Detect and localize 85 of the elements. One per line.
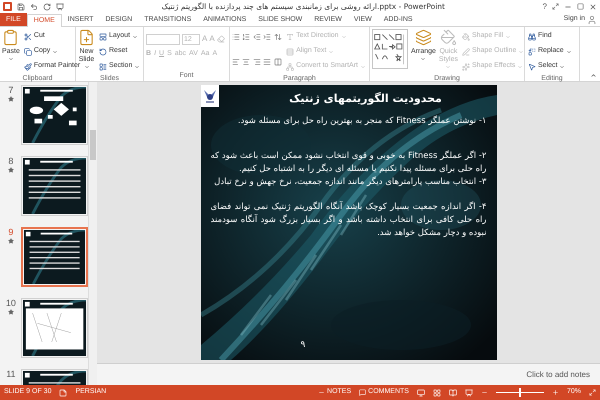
caret-icon bbox=[505, 34, 512, 40]
caret-icon bbox=[566, 48, 572, 54]
cut-icon bbox=[24, 32, 32, 40]
format-painter-icon bbox=[24, 62, 32, 70]
comment-icon bbox=[359, 389, 366, 396]
undo-icon[interactable] bbox=[30, 2, 38, 10]
redo-icon[interactable] bbox=[43, 2, 51, 10]
select-icon bbox=[528, 62, 536, 70]
slide-paragraph: ۱- نوشتن عملگر Fitness که منجر به بهترین راه حل برای مسئله شود. bbox=[236, 115, 486, 128]
columns-icon[interactable] bbox=[274, 58, 282, 66]
slideshow-view-icon[interactable] bbox=[464, 388, 473, 396]
indent-decrease-icon[interactable] bbox=[252, 33, 261, 41]
slide-thumbnail[interactable] bbox=[20, 85, 88, 145]
arrange-icon bbox=[414, 29, 432, 46]
align-text-icon bbox=[286, 48, 294, 56]
emblem-icon bbox=[200, 85, 218, 107]
shape-effects-icon bbox=[462, 62, 470, 70]
slide-thumbnail[interactable] bbox=[20, 156, 88, 216]
align-left-icon[interactable] bbox=[232, 58, 240, 66]
slide-title: محدودیت الگوریتمهای ژنتیک bbox=[288, 91, 443, 107]
find-icon bbox=[528, 32, 536, 40]
zoom-in-icon[interactable] bbox=[552, 389, 559, 396]
page-number: ۹ bbox=[300, 338, 306, 352]
caret-icon bbox=[420, 56, 426, 62]
notes-placeholder[interactable]: Click to add notes bbox=[526, 368, 590, 380]
caret-icon bbox=[8, 56, 14, 62]
save-icon[interactable] bbox=[17, 2, 25, 10]
shapes-gallery[interactable] bbox=[372, 29, 408, 69]
thumbnail-scrollbar[interactable] bbox=[88, 82, 97, 385]
caret-icon bbox=[340, 34, 347, 40]
slide-number: 7 bbox=[8, 85, 14, 96]
caret-icon bbox=[84, 64, 90, 70]
indent-increase-icon[interactable] bbox=[263, 33, 272, 41]
close-icon[interactable] bbox=[589, 2, 597, 10]
user-avatar-icon bbox=[587, 15, 597, 25]
font-name-field[interactable] bbox=[146, 34, 180, 44]
caret-icon bbox=[360, 64, 366, 70]
slide-paragraph: ۲- اگر عملگر Fitness به خوبی و قوی انتخاب نشود ممکن است باعث شود که راه حلی برای مسئله پیدا نکنیم یا مسئله ای دیگر را به اشتباه حل کنیم. bbox=[210, 150, 486, 176]
fit-slide-icon[interactable] bbox=[589, 389, 596, 396]
zoom-slider-thumb[interactable] bbox=[518, 388, 521, 397]
maximize-icon[interactable] bbox=[577, 3, 584, 10]
paste-icon bbox=[2, 29, 20, 46]
section-icon bbox=[99, 62, 107, 70]
shape-outline-icon bbox=[462, 48, 470, 56]
slide-sorter-icon[interactable] bbox=[432, 388, 441, 396]
caret-icon bbox=[132, 34, 138, 40]
normal-view-icon[interactable] bbox=[416, 388, 425, 396]
slide-paragraph: ۴- اگر اندازه جمعیت بسیار کوچک باشد آنگاه الگوریتم ژنتیک نمی تواند فضای راه حلی کافی برای انتخاب داشته باشد و اگر بسیار بزرگ شود آنگاه سودمند نبوده و دچار مشکل خواهد شد. bbox=[210, 201, 486, 240]
collapse-ribbon-icon[interactable] bbox=[590, 72, 597, 79]
numbered-list-icon[interactable] bbox=[242, 33, 250, 41]
caret-icon bbox=[52, 48, 58, 54]
text-direction-icon bbox=[286, 32, 294, 40]
line-spacing-icon[interactable] bbox=[274, 33, 282, 41]
new-slide-icon bbox=[78, 29, 95, 46]
slideshow-icon[interactable] bbox=[56, 2, 64, 10]
copy-icon bbox=[24, 48, 32, 56]
caret-icon bbox=[445, 64, 452, 70]
slide-number: 11 bbox=[6, 369, 16, 380]
caret-icon bbox=[559, 64, 566, 70]
reading-view-icon[interactable] bbox=[448, 388, 457, 396]
quick-styles-icon bbox=[440, 29, 457, 46]
convert-smartart-icon bbox=[286, 62, 294, 70]
layout-icon bbox=[99, 32, 107, 40]
justify-icon[interactable] bbox=[263, 58, 272, 66]
slide-number: 9 bbox=[8, 227, 14, 238]
caret-icon bbox=[518, 48, 524, 54]
slide-number: 10 bbox=[6, 298, 16, 309]
align-center-icon[interactable] bbox=[242, 58, 250, 66]
bullet-list-icon[interactable] bbox=[232, 33, 240, 41]
slide-paragraph: ۳- انتخاب مناسب پارامترهای دیگر مانند اندازه جمعیت، نرخ جهش و نرخ تبادل bbox=[213, 176, 486, 189]
align-right-icon[interactable] bbox=[252, 58, 261, 66]
notes-icon bbox=[318, 389, 326, 396]
shape-fill-icon bbox=[462, 32, 470, 40]
slide-thumbnail[interactable] bbox=[20, 227, 88, 287]
ribbon-display-icon[interactable] bbox=[552, 3, 559, 10]
caret-icon bbox=[134, 64, 140, 70]
spelling-icon[interactable] bbox=[59, 388, 68, 396]
help-button[interactable]: ? bbox=[542, 0, 547, 12]
caret-icon bbox=[517, 64, 524, 70]
scrollbar-thumb[interactable] bbox=[90, 130, 96, 160]
slide-thumbnail[interactable] bbox=[20, 298, 88, 358]
replace-icon bbox=[528, 48, 536, 56]
reset-icon bbox=[99, 48, 107, 56]
caret-icon bbox=[328, 48, 334, 54]
slide-number: 8 bbox=[8, 156, 14, 167]
